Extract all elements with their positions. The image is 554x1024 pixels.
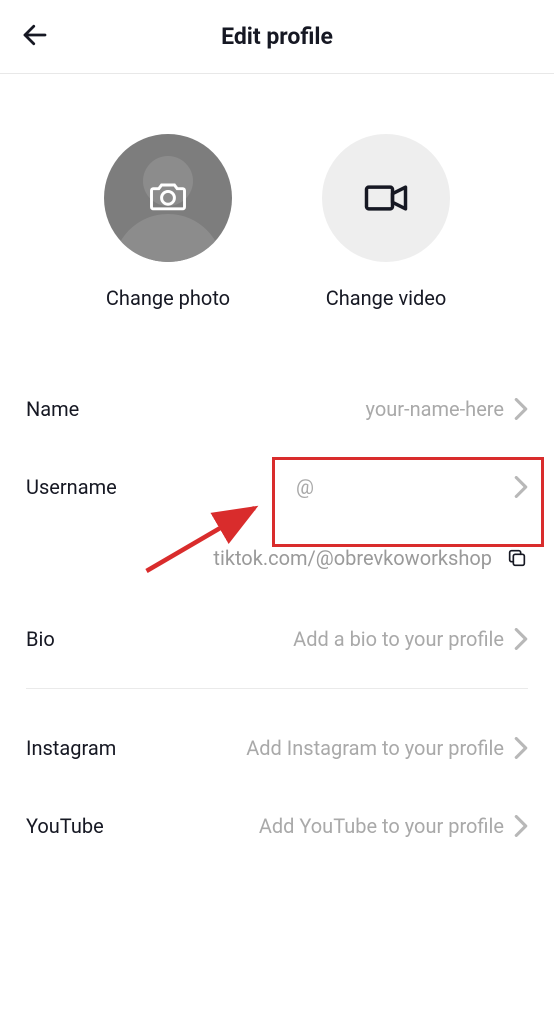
back-button[interactable]	[20, 20, 50, 54]
copy-icon[interactable]	[506, 547, 528, 569]
chevron-right-icon	[514, 815, 528, 837]
instagram-row[interactable]: Instagram Add Instagram to your profile	[26, 709, 528, 787]
video-icon	[360, 172, 412, 224]
chevron-right-icon	[514, 628, 528, 650]
bio-label: Bio	[26, 627, 55, 651]
profile-video-placeholder	[322, 134, 450, 262]
youtube-row[interactable]: YouTube Add YouTube to your profile	[26, 787, 528, 865]
camera-icon	[146, 174, 190, 218]
bio-value: Add a bio to your profile	[293, 627, 504, 651]
page-title: Edit profile	[221, 23, 333, 50]
profile-url: tiktok.com/@obrevkoworkshop	[213, 546, 492, 570]
name-value: your-name-here	[366, 397, 504, 421]
change-video-label: Change video	[326, 286, 447, 310]
name-row[interactable]: Name your-name-here	[26, 370, 528, 448]
youtube-value: Add YouTube to your profile	[259, 814, 504, 838]
username-value: @	[296, 475, 314, 499]
back-arrow-icon	[20, 20, 50, 50]
profile-photo-placeholder	[104, 134, 232, 262]
change-photo-label: Change photo	[106, 286, 230, 310]
chevron-right-icon	[514, 476, 528, 498]
divider	[26, 688, 528, 689]
chevron-right-icon	[514, 737, 528, 759]
instagram-value: Add Instagram to your profile	[246, 736, 504, 760]
change-photo-button[interactable]: Change photo	[104, 134, 232, 310]
username-label: Username	[26, 475, 117, 499]
bio-row[interactable]: Bio Add a bio to your profile	[26, 600, 528, 678]
name-label: Name	[26, 397, 79, 421]
username-row[interactable]: Username @	[26, 448, 528, 526]
youtube-label: YouTube	[26, 814, 104, 838]
chevron-right-icon	[514, 398, 528, 420]
instagram-label: Instagram	[26, 736, 116, 760]
change-video-button[interactable]: Change video	[322, 134, 450, 310]
